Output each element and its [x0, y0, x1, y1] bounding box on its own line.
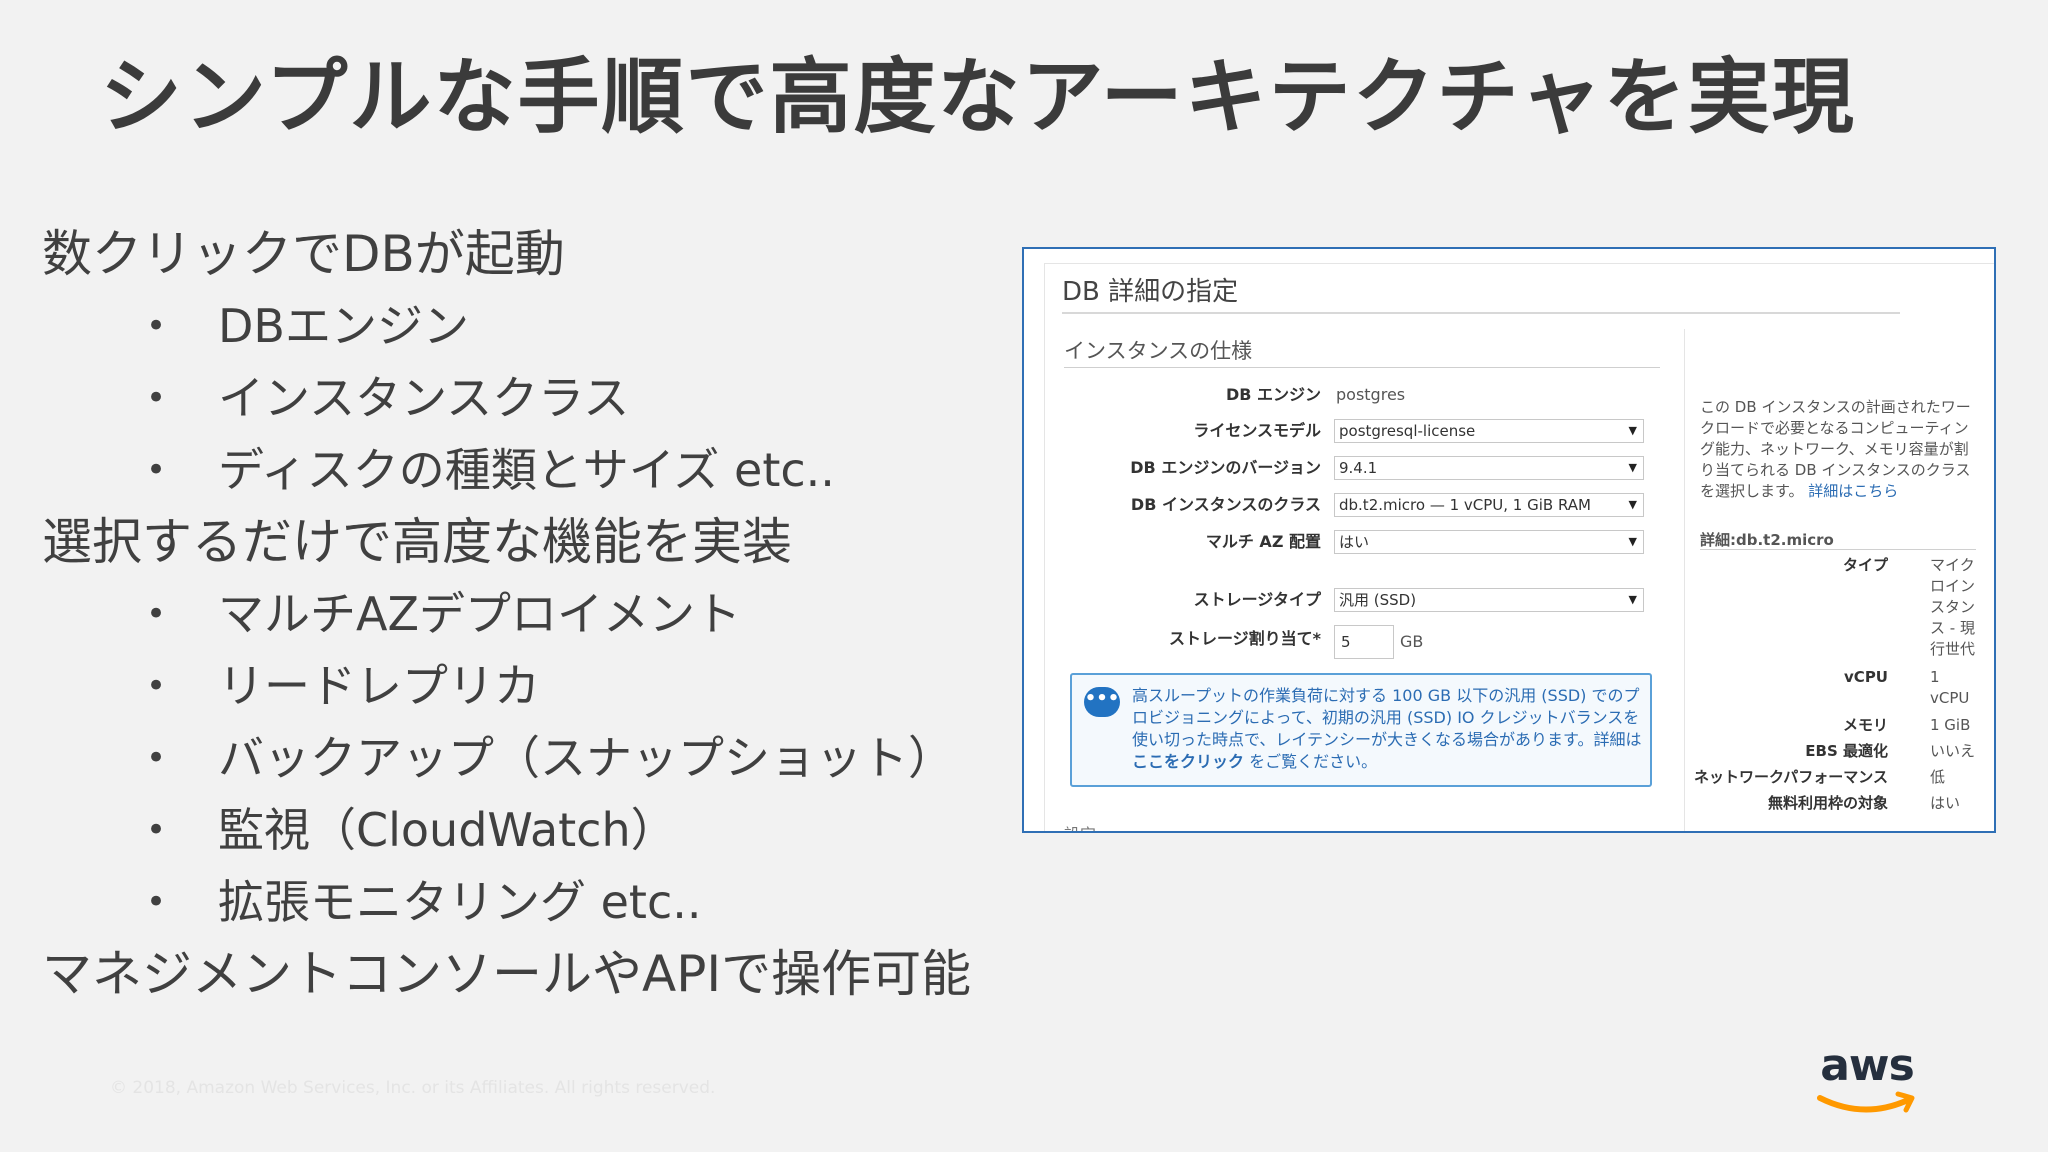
copyright-notice: © 2018, Amazon Web Services, Inc. or its…	[110, 1078, 716, 1098]
instance-class-row: DB インスタンスのクラス db.t2.micro — 1 vCPU, 1 Gi…	[1064, 491, 1664, 519]
section-heading: マネジメントコンソールやAPIで操作可能	[42, 945, 972, 1003]
list-item: • インスタンスクラス	[42, 362, 1032, 434]
bullet-icon: •	[146, 810, 167, 850]
dropdown-caret-icon: ▼	[1628, 461, 1637, 474]
storage-type-label: ストレージタイプ	[1193, 590, 1321, 609]
bullet-icon: •	[146, 378, 167, 418]
multi-az-select[interactable]: はい ▼	[1334, 530, 1644, 554]
detail-title: 詳細:db.t2.micro	[1700, 531, 1834, 549]
chat-bubble-icon: •••	[1084, 687, 1120, 717]
bullet-icon: •	[146, 450, 167, 490]
storage-alloc-row: ストレージ割り当て* 5 GB	[1064, 625, 1664, 661]
console-screenshot: DB 詳細の指定 インスタンスの仕様 DB エンジン postgres ライセン…	[1022, 247, 1996, 833]
storage-alloc-label: ストレージ割り当て*	[1168, 629, 1321, 648]
slide-title: シンプルな手順で高度なアーキテクチャを実現	[100, 50, 1856, 145]
section-title: インスタンスの仕様	[1064, 339, 1253, 363]
column-divider	[1684, 329, 1685, 831]
bullet-icon: •	[146, 738, 167, 778]
aws-logo: aws	[1812, 1040, 1922, 1120]
engine-label: DB エンジン	[1225, 385, 1321, 404]
multi-az-label: マルチ AZ 配置	[1205, 532, 1321, 551]
engine-value: postgres	[1336, 385, 1406, 404]
license-label: ライセンスモデル	[1193, 421, 1321, 440]
dropdown-caret-icon: ▼	[1628, 593, 1637, 606]
bullet-icon: •	[146, 306, 167, 346]
storage-type-row: ストレージタイプ 汎用 (SSD) ▼	[1064, 586, 1664, 614]
sidebar-description: この DB インスタンスの計画されたワークロードで必要となるコンピューティング能…	[1700, 398, 1971, 500]
list-item: • 監視（CloudWatch）	[42, 794, 1032, 866]
list-item: • バックアップ（スナップショット）	[42, 722, 1032, 794]
multi-az-row: マルチ AZ 配置 はい ▼	[1064, 528, 1664, 556]
storage-alloc-input[interactable]: 5	[1334, 625, 1394, 659]
info-suffix: をご覧ください。	[1249, 752, 1378, 771]
instance-class-label: DB インスタンスのクラス	[1130, 495, 1321, 514]
detail-divider	[1700, 549, 1976, 550]
list-item: • マルチAZデプロイメント	[42, 578, 1032, 650]
section-heading: 選択するだけで高度な機能を実装	[42, 513, 792, 571]
details-link[interactable]: 詳細はこちら	[1808, 482, 1898, 500]
info-text: 高スループットの作業負荷に対する 100 GB 以下の汎用 (SSD) でのプロ…	[1132, 686, 1642, 749]
dropdown-caret-icon: ▼	[1628, 498, 1637, 511]
info-box: ••• 高スループットの作業負荷に対する 100 GB 以下の汎用 (SSD) …	[1070, 673, 1652, 787]
console-heading: DB 詳細の指定	[1062, 277, 1239, 307]
instance-class-select[interactable]: db.t2.micro — 1 vCPU, 1 GiB RAM ▼	[1334, 493, 1644, 517]
bullet-icon: •	[146, 594, 167, 634]
dropdown-caret-icon: ▼	[1628, 424, 1637, 437]
heading-divider	[1062, 312, 1900, 314]
bullet-icon: •	[146, 666, 167, 706]
list-item: • 拡張モニタリング etc..	[42, 866, 1032, 938]
list-item: • リードレプリカ	[42, 650, 1032, 722]
section-heading: 数クリックでDBが起動	[42, 225, 565, 283]
storage-type-select[interactable]: 汎用 (SSD) ▼	[1334, 588, 1644, 612]
section-divider	[1064, 367, 1660, 368]
engine-row: DB エンジン postgres	[1064, 381, 1664, 409]
list-item: • ディスクの種類とサイズ etc..	[42, 434, 1032, 506]
version-row: DB エンジンのバージョン 9.4.1 ▼	[1064, 454, 1664, 482]
storage-unit: GB	[1400, 632, 1424, 651]
bullet-icon: •	[146, 882, 167, 922]
version-label: DB エンジンのバージョン	[1130, 458, 1321, 477]
license-row: ライセンスモデル postgresql-license ▼	[1064, 417, 1664, 445]
bullet-list: 数クリックでDBが起動 • DBエンジン • インスタンスクラス • ディスクの種類と…	[42, 218, 1032, 1010]
info-link[interactable]: ここをクリック	[1132, 752, 1244, 771]
next-section-title: 設定	[1064, 821, 1096, 831]
aws-smile-icon	[1817, 1091, 1915, 1113]
list-item: • DBエンジン	[42, 290, 1032, 362]
version-select[interactable]: 9.4.1 ▼	[1334, 456, 1644, 480]
license-select[interactable]: postgresql-license ▼	[1334, 419, 1644, 443]
dropdown-caret-icon: ▼	[1628, 535, 1637, 548]
